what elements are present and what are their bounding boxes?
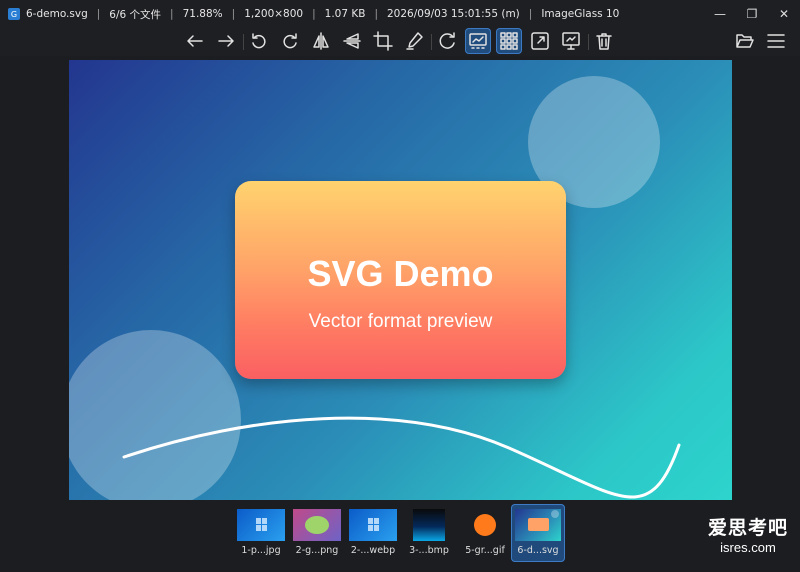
thumbnail-ellipse (305, 516, 329, 534)
toolbar (0, 28, 800, 56)
gallery-button[interactable] (465, 28, 491, 54)
fullscreen-button[interactable] (527, 28, 553, 54)
delete-button[interactable] (591, 28, 617, 54)
thumbnail-label: 2-...webp (350, 545, 396, 556)
thumbnail-item[interactable]: 3-...bmp (401, 504, 457, 562)
forward-button[interactable] (213, 28, 239, 54)
maximize-button[interactable]: ❐ (736, 0, 768, 28)
thumbnail-item[interactable]: 2-...webp (345, 504, 401, 562)
app-logo-glyph: G (10, 9, 18, 19)
window-controls: — ❐ ✕ (704, 0, 800, 28)
thumbnail-image (515, 509, 561, 541)
image-viewer[interactable]: SVG Demo Vector format preview (69, 60, 732, 500)
menu-icon (767, 34, 785, 48)
rotate-right-button[interactable] (277, 28, 303, 54)
thumbnail-grid-button[interactable] (496, 28, 522, 54)
open-folder-button[interactable] (732, 28, 758, 54)
thumbnail-item-selected[interactable]: 6-d...svg (511, 504, 565, 562)
windows-logo-icon (256, 518, 267, 531)
title-file-index: 6/6 个文件 (109, 8, 162, 21)
title-zoom: 71.88% (182, 8, 223, 20)
title-separator: | (170, 8, 174, 20)
title-separator: | (528, 8, 533, 20)
refresh-icon (439, 32, 455, 49)
app-logo-icon: G (8, 8, 20, 20)
color-picker-icon (406, 32, 423, 50)
forward-icon (218, 35, 234, 47)
toolbar-divider (588, 34, 589, 50)
watermark-cn: 爱思考吧 (707, 517, 788, 539)
thumbnail-label: 5-gr...gif (465, 545, 505, 556)
refresh-button[interactable] (434, 28, 460, 54)
image-subtitle: Vector format preview (308, 311, 493, 332)
slideshow-button[interactable] (558, 28, 584, 54)
fullscreen-icon (531, 32, 549, 50)
thumbnail-grid-icon (500, 32, 518, 50)
windows-logo-icon (368, 518, 379, 531)
thumbnail-image (293, 509, 341, 541)
thumbnail-label: 2-g...png (295, 545, 339, 556)
flip-horizontal-button[interactable] (308, 28, 334, 54)
title-datetime: 2026/09/03 15:01:55 (m) (387, 8, 520, 20)
thumbnail-label: 3-...bmp (409, 545, 449, 556)
toolbar-divider (243, 34, 244, 50)
title-separator: | (96, 8, 101, 20)
color-picker-button[interactable] (401, 28, 427, 54)
toolbar-divider (431, 34, 432, 50)
title-filesize: 1.07 KB (324, 8, 366, 20)
crop-icon (373, 31, 393, 51)
watermark: 爱思考吧 isres.com (708, 513, 788, 555)
thumbnail-item[interactable]: 5-gr...gif (457, 504, 513, 562)
menu-button[interactable] (763, 28, 789, 54)
image-title: SVG Demo (307, 253, 494, 294)
crop-button[interactable] (370, 28, 396, 54)
gallery-icon (469, 33, 487, 49)
thumbnail-label: 1-p...jpg (241, 545, 281, 556)
rotate-left-button[interactable] (246, 28, 272, 54)
back-button[interactable] (182, 28, 208, 54)
title-app-name: ImageGlass 10 (541, 8, 620, 20)
slideshow-icon (562, 32, 580, 50)
flip-vertical-button[interactable] (339, 28, 365, 54)
thumbnail-item[interactable]: 2-g...png (289, 504, 345, 562)
flip-vertical-icon (343, 33, 361, 49)
title-separator: | (312, 8, 316, 20)
title-bar: G 6-demo.svg | 6/6 个文件 | 71.88% | 1,200×… (0, 0, 800, 28)
thumbnail-image (413, 509, 445, 541)
thumbnail-orange-circle (474, 514, 496, 536)
title-separator: | (374, 8, 378, 20)
rotate-right-icon (283, 33, 297, 49)
flip-horizontal-icon (313, 32, 329, 50)
delete-icon (596, 33, 612, 50)
thumbnail-bar: 1-p...jpg 2-g...png 2-...webp 3-...bmp 5… (0, 500, 800, 572)
demo-card: SVG Demo Vector format preview (235, 181, 566, 379)
rotate-left-icon (252, 33, 266, 49)
open-folder-icon (736, 34, 754, 48)
minimize-button[interactable]: — (704, 0, 736, 28)
thumbnail-label: 6-d...svg (517, 545, 559, 556)
thumbnail-image (237, 509, 285, 541)
title-separator: | (231, 8, 236, 20)
back-icon (187, 35, 203, 47)
thumbnail-item[interactable]: 1-p...jpg (233, 504, 289, 562)
thumbnail-card (528, 510, 559, 531)
title-filename: 6-demo.svg (26, 8, 88, 20)
close-button[interactable]: ✕ (768, 0, 800, 28)
thumbnail-image (461, 509, 509, 541)
title-dimensions: 1,200×800 (244, 8, 304, 20)
thumbnail-image (349, 509, 397, 541)
watermark-en: isres.com (720, 540, 776, 555)
